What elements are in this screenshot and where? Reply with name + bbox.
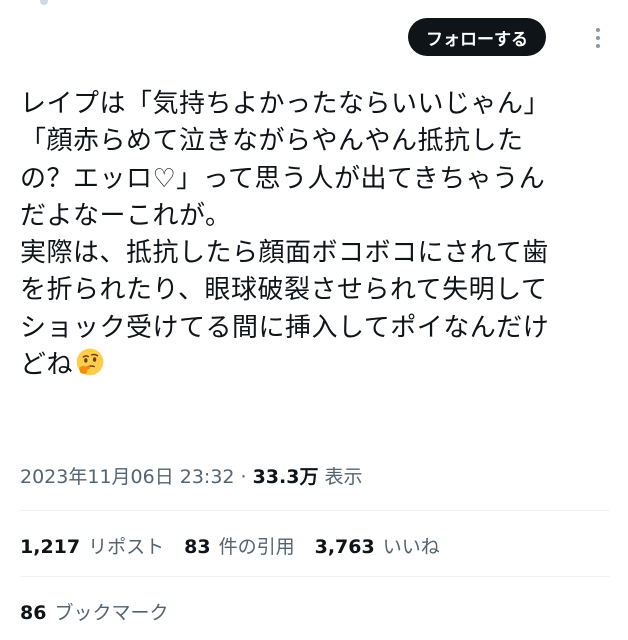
likes-label: いいね bbox=[382, 536, 440, 558]
thread-connector bbox=[40, 0, 48, 5]
more-vertical-icon[interactable] bbox=[586, 24, 610, 52]
tweet-line: の？エッロ♡」って思う人が出てきちゃうん bbox=[20, 163, 546, 194]
divider bbox=[20, 576, 610, 577]
thinking-face-icon bbox=[75, 347, 105, 377]
tweet-line: 実際は、抵抗したら顔面ボコボコにされて歯 bbox=[20, 238, 549, 269]
tweet-line: 「顔赤らめて泣きながらやんやん抵抗した bbox=[20, 126, 524, 157]
more-dot bbox=[596, 28, 600, 32]
engagement-stats: 1,217 リポスト 83 件の引用 3,763 いいね bbox=[20, 532, 460, 559]
meta-separator: · bbox=[240, 466, 247, 488]
tweet-meta: 2023年11月06日 23:32 · 33.3万 表示 bbox=[20, 462, 362, 489]
bookmarks-label: ブックマーク bbox=[54, 602, 169, 624]
tweet-line: を折られたり、眼球破裂させられて失明して bbox=[20, 275, 548, 306]
quotes-label: 件の引用 bbox=[218, 536, 295, 558]
tweet-line: だよなーこれが。 bbox=[20, 200, 232, 231]
quotes-stat[interactable]: 83 件の引用 bbox=[184, 532, 314, 559]
more-dot bbox=[596, 44, 600, 48]
tweet-line: ショック受けてる間に挿入してポイなんだけ bbox=[20, 312, 550, 343]
quotes-count: 83 bbox=[184, 536, 211, 558]
reposts-label: リポスト bbox=[88, 536, 165, 558]
likes-count: 3,763 bbox=[314, 536, 375, 558]
tweet-detail: フォローする レイプは「気持ちよかったならいいじゃん」 「顔赤らめて泣きながらや… bbox=[0, 0, 628, 640]
likes-stat[interactable]: 3,763 いいね bbox=[315, 532, 460, 559]
bookmarks-count: 86 bbox=[20, 602, 47, 624]
tweet-line-text: どね bbox=[20, 350, 74, 381]
bookmarks-stat[interactable]: 86 ブックマーク bbox=[20, 598, 188, 625]
more-dot bbox=[596, 36, 600, 40]
tweet-line: レイプは「気持ちよかったならいいじゃん」 bbox=[20, 89, 551, 119]
divider bbox=[20, 510, 610, 511]
tweet-body: レイプは「気持ちよかったならいいじゃん」 「顔赤らめて泣きながらやんやん抵抗した… bbox=[20, 86, 610, 384]
follow-button-label: フォローする bbox=[426, 29, 528, 50]
follow-button[interactable]: フォローする bbox=[408, 18, 546, 56]
bookmarks-stat-row: 86 ブックマーク bbox=[20, 598, 188, 625]
reposts-count: 1,217 bbox=[20, 536, 81, 558]
tweet-line-last: どね bbox=[20, 347, 610, 384]
views-count: 33.3万 bbox=[252, 466, 319, 488]
views-label: 表示 bbox=[324, 466, 363, 488]
tweet-timestamp[interactable]: 2023年11月06日 23:32 bbox=[20, 462, 235, 489]
reposts-stat[interactable]: 1,217 リポスト bbox=[20, 532, 184, 559]
